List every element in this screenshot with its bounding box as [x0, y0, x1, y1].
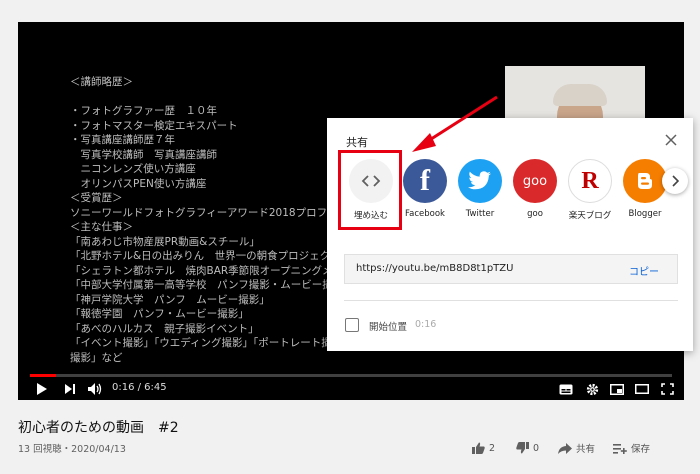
skip-next-icon [65, 384, 75, 394]
slide-line: 「あべのハルカス 親子撮影イベント」 [70, 322, 259, 335]
play-button[interactable] [34, 380, 50, 398]
share-arrow-icon [558, 442, 572, 454]
share-facebook-label: Facebook [405, 209, 445, 219]
chevron-right-icon [672, 175, 679, 187]
rakuten-icon: R [568, 159, 612, 203]
video-title: 初心者のための動画 #2 [18, 420, 179, 436]
theater-mode-icon [635, 384, 649, 394]
next-button[interactable] [62, 380, 78, 398]
subtitles-button[interactable] [558, 380, 574, 398]
copy-button[interactable]: コピー [629, 263, 659, 278]
gear-icon [586, 383, 598, 395]
progress-fill [30, 374, 56, 377]
blogger-icon [623, 159, 667, 203]
playlist-add-icon [613, 443, 627, 454]
thumbs-down-icon [516, 442, 529, 454]
slide-line: 「南あわじ市物産展PR動画&スチール」 [70, 235, 260, 248]
slide-line: 「中部大学付属第一高等学校 パンフ撮影・ムービー撮影」 [70, 279, 354, 291]
slide-line: ニコンレンズ使い方講座 [70, 163, 196, 175]
theater-button[interactable] [634, 380, 650, 398]
share-rakuten[interactable]: R 楽天ブログ [559, 159, 621, 221]
share-dialog-title: 共有 [346, 136, 368, 149]
start-at-checkbox[interactable] [345, 318, 359, 332]
settings-button[interactable] [584, 380, 600, 398]
volume-button[interactable] [86, 380, 104, 398]
slide-line [70, 90, 360, 105]
start-at-label: 開始位置 [369, 322, 408, 333]
play-icon [37, 383, 47, 395]
slide-line: ・フォトマスター検定エキスパート [70, 119, 238, 132]
like-button[interactable]: 2 [472, 441, 495, 455]
share-blogger-label: Blogger [628, 209, 662, 219]
twitter-icon [458, 159, 502, 203]
share-rakuten-label: 楽天ブログ [568, 211, 612, 221]
slide-line: ・写真講座講師歴７年 [70, 134, 175, 146]
miniplayer-icon [610, 383, 624, 395]
slide-line: オリンパスPEN使い方講座 [70, 177, 207, 190]
slide-line: 撮影」など [70, 351, 123, 364]
thumbs-up-icon [472, 442, 485, 454]
close-button[interactable] [664, 132, 678, 146]
miniplayer-button[interactable] [609, 380, 625, 398]
slide-line: ソニーワールドフォトグラフィーアワード2018プロフェッショナル部門 [70, 206, 412, 219]
slide-text: ＜講師略歴＞ ・フォトグラファー歴 １０年・フォトマスター検定エキスパート ・写真講… [70, 75, 412, 365]
slide-line: ＜講師略歴＞ [70, 76, 133, 88]
share-facebook[interactable]: f Facebook [394, 159, 456, 219]
volume-icon [88, 383, 102, 395]
progress-bar[interactable] [30, 374, 672, 377]
close-icon [665, 134, 677, 146]
share-goo-label: goo [527, 209, 543, 219]
dislike-button[interactable]: 0 [516, 441, 539, 455]
player-controls: 0:16 / 6:45 [18, 378, 684, 400]
fullscreen-icon [660, 383, 674, 395]
slide-line: 「北野ホテル&日の出みりん 世界一の朝食プロジェクト」 [70, 250, 352, 262]
share-twitter[interactable]: Twitter [449, 159, 511, 219]
slide-line: 「イベント撮影」「ウエディング撮影」「ポートレート撮影」「商品 [70, 337, 380, 349]
share-button-label: 共有 [576, 444, 596, 455]
slide-line: ＜受賞歴＞ [70, 192, 123, 204]
dislike-count: 0 [533, 442, 540, 454]
start-at-time[interactable]: 0:16 [415, 319, 436, 330]
share-goo[interactable]: goo goo [504, 159, 566, 219]
embed-highlight-box [338, 150, 402, 230]
fullscreen-button[interactable] [659, 380, 675, 398]
share-url-field[interactable]: https://youtu.be/mB8D8t1pTZU コピー [344, 254, 678, 284]
page-top [0, 0, 700, 22]
save-button[interactable]: 保存 [613, 441, 650, 455]
facebook-icon: f [403, 159, 447, 203]
share-url: https://youtu.be/mB8D8t1pTZU [356, 263, 514, 274]
slide-line: 「報徳学園 パンフ・ムービー撮影」 [70, 308, 249, 320]
goo-icon: goo [513, 159, 557, 203]
presenter-cap [553, 84, 607, 106]
like-count: 2 [489, 442, 496, 454]
share-next-button[interactable] [662, 168, 688, 194]
slide-line: 「シェラトン都ホテル 焼肉BAR季節限オープニングメニュー撮影」 [70, 264, 396, 277]
time-display: 0:16 / 6:45 [112, 382, 167, 393]
dialog-divider [344, 300, 678, 301]
slide-line: ＜主な仕事＞ [70, 221, 133, 233]
slide-line: 「神戸学院大学 パンフ ムービー撮影」 [70, 293, 270, 306]
save-button-label: 保存 [631, 444, 651, 455]
slide-line: 写真学校講師 写真講座講師 [70, 148, 217, 161]
video-meta: 13 回視聴・2020/04/13 [18, 444, 126, 455]
share-button[interactable]: 共有 [558, 441, 595, 455]
slide-line: ・フォトグラファー歴 １０年 [70, 105, 217, 117]
subtitles-icon [559, 384, 573, 394]
share-twitter-label: Twitter [465, 209, 495, 219]
